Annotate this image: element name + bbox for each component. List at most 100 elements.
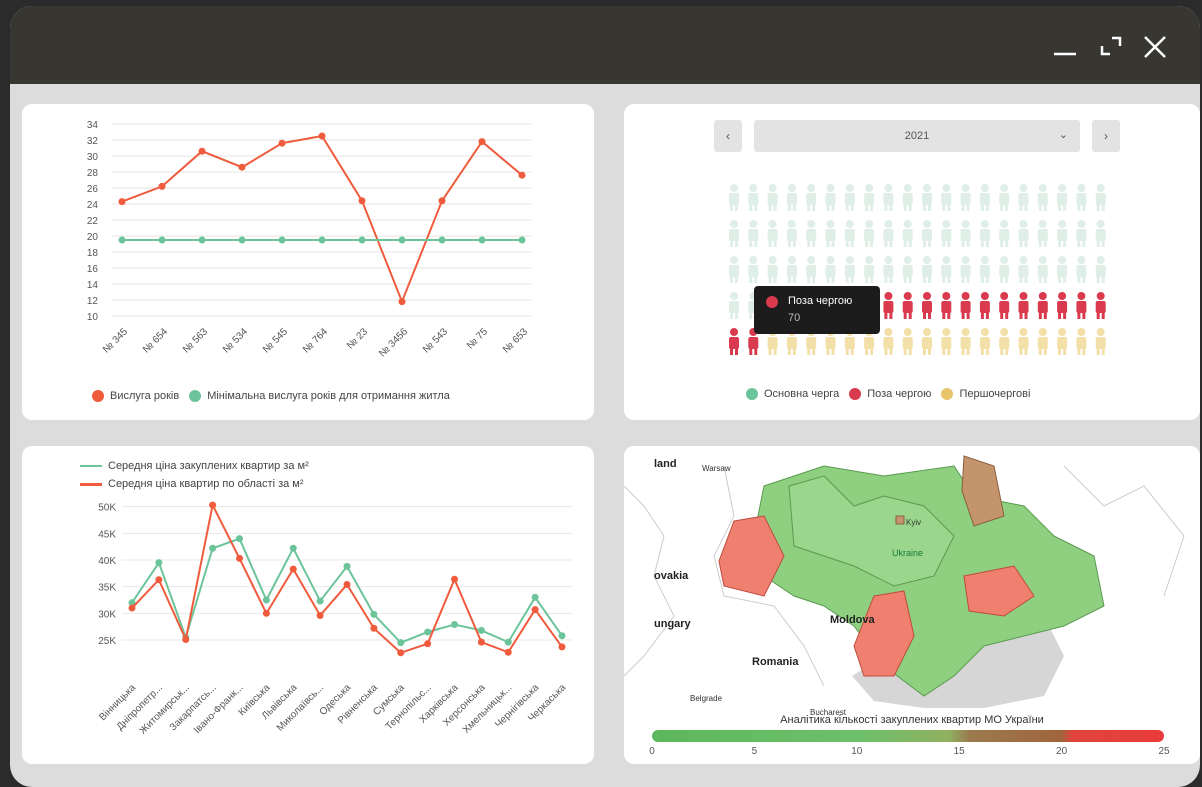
data-point xyxy=(451,575,458,583)
person-icon xyxy=(999,256,1010,283)
data-point xyxy=(438,236,446,244)
legend-label: Основна черга xyxy=(764,388,840,400)
legend-item-priority[interactable]: Першочергові xyxy=(941,388,1030,400)
data-point xyxy=(238,163,246,171)
data-point xyxy=(262,609,270,617)
data-point xyxy=(343,581,351,589)
person-icon xyxy=(941,328,952,355)
close-icon[interactable] xyxy=(1140,32,1170,62)
person-icon xyxy=(1018,292,1029,319)
person-icon xyxy=(1057,328,1068,355)
city-label-warsaw: Warsaw xyxy=(702,464,731,473)
y-tick-label: 32 xyxy=(87,136,99,147)
data-point xyxy=(397,639,405,647)
person-icon xyxy=(1095,292,1106,319)
y-tick-label: 26 xyxy=(87,184,99,195)
legend-label: Вислуга років xyxy=(110,390,180,402)
person-icon xyxy=(1076,256,1087,283)
x-tick-label: № 543 xyxy=(421,326,450,355)
data-point xyxy=(262,596,270,604)
data-point xyxy=(531,606,539,614)
legend-item-out-of-queue[interactable]: Поза чергою xyxy=(849,388,931,400)
next-year-button[interactable]: › xyxy=(1092,120,1120,152)
data-point xyxy=(316,611,324,619)
data-point xyxy=(155,576,163,584)
data-point xyxy=(424,640,432,648)
legend-dot xyxy=(189,390,202,402)
person-icon xyxy=(864,220,875,247)
data-point xyxy=(198,147,206,155)
person-icon xyxy=(806,220,817,247)
person-icon xyxy=(979,328,990,355)
person-icon xyxy=(922,184,932,211)
data-point xyxy=(316,597,324,605)
tooltip-value: 70 xyxy=(788,312,801,324)
data-point xyxy=(118,198,126,206)
person-icon xyxy=(825,220,836,247)
data-point xyxy=(478,236,486,244)
data-point xyxy=(198,236,206,244)
person-icon xyxy=(1018,256,1029,283)
people-pictogram xyxy=(729,184,1106,355)
person-icon xyxy=(806,256,817,283)
person-icon xyxy=(729,220,739,247)
y-tick-label: 14 xyxy=(87,280,99,291)
legend-item-seniority[interactable]: Вислуга років xyxy=(92,390,179,402)
legend-item-min-seniority[interactable]: Мінімальна вислуга років для отримання ж… xyxy=(189,390,450,402)
year-select[interactable]: 2021 ⌄ xyxy=(754,120,1080,152)
person-icon xyxy=(883,328,894,355)
data-point xyxy=(398,236,406,244)
ukraine-map[interactable] xyxy=(624,446,1200,716)
data-point xyxy=(358,197,366,205)
legend-label: Мінімальна вислуга років для отримання ж… xyxy=(207,390,450,402)
person-icon xyxy=(941,292,952,319)
data-point xyxy=(289,544,297,552)
year-value: 2021 xyxy=(904,130,930,142)
y-tick-label: 30K xyxy=(98,609,116,620)
data-point xyxy=(182,635,190,643)
kyiv-marker[interactable] xyxy=(895,515,905,525)
person-icon xyxy=(786,256,797,283)
data-point xyxy=(478,138,486,146)
person-icon xyxy=(767,256,778,283)
person-icon xyxy=(883,292,894,319)
person-icon xyxy=(1057,292,1068,319)
y-tick-label: 12 xyxy=(87,296,99,307)
color-scale-bar xyxy=(652,730,1164,742)
data-point xyxy=(278,139,286,147)
chevron-down-icon: ⌄ xyxy=(1058,129,1068,141)
person-icon xyxy=(748,184,759,211)
person-icon xyxy=(844,220,855,247)
data-point xyxy=(531,593,539,601)
person-icon xyxy=(1076,220,1087,247)
series-line xyxy=(131,502,563,654)
person-icon xyxy=(1076,328,1087,355)
minimize-icon[interactable] xyxy=(1050,32,1080,62)
person-icon xyxy=(844,256,855,283)
legend-dot xyxy=(849,388,862,400)
data-point xyxy=(477,638,485,646)
y-tick-label: 22 xyxy=(87,216,99,227)
person-icon xyxy=(960,328,971,355)
data-point xyxy=(370,624,378,632)
y-tick-label: 25K xyxy=(98,636,116,647)
person-icon xyxy=(825,256,836,283)
data-point xyxy=(236,535,243,543)
queue-panel: ‹ 2021 ⌄ › Поза чергою 70 Основна черга … xyxy=(624,104,1200,420)
person-icon xyxy=(1037,328,1048,355)
data-point xyxy=(558,632,566,640)
data-point xyxy=(424,628,432,636)
maximize-icon[interactable] xyxy=(1096,32,1126,62)
legend-item-main-queue[interactable]: Основна черга xyxy=(746,388,839,400)
person-icon xyxy=(1037,292,1048,319)
data-point xyxy=(318,132,326,140)
data-point xyxy=(209,501,217,509)
x-tick-label: № 75 xyxy=(465,326,491,352)
person-icon xyxy=(922,292,932,319)
person-icon xyxy=(729,256,739,283)
person-icon xyxy=(767,220,778,247)
legend-dot xyxy=(92,390,104,402)
prev-year-button[interactable]: ‹ xyxy=(714,120,742,152)
y-tick-label: 18 xyxy=(87,248,99,259)
scale-tick-label: 10 xyxy=(851,746,863,757)
